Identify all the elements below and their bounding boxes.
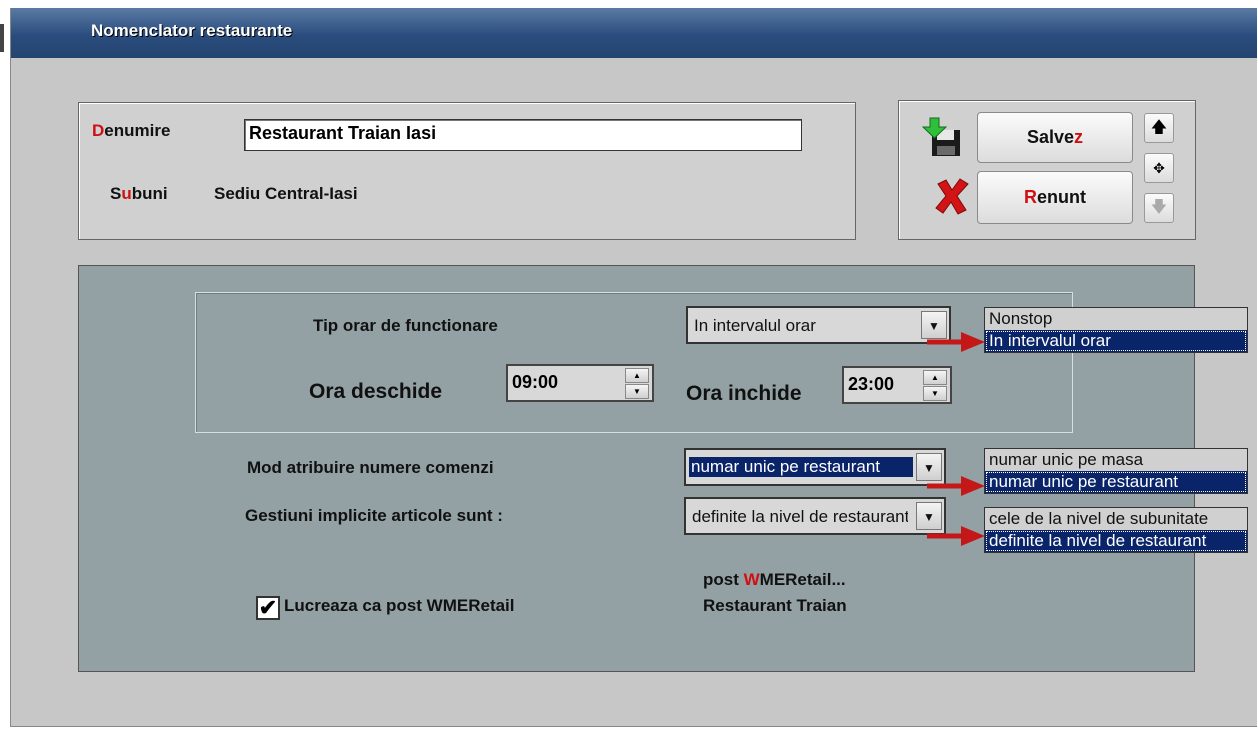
title-bar: Nomenclator restaurante: [11, 8, 1257, 58]
close-hour-spinner[interactable]: 23:00 ▲ ▼: [842, 366, 952, 404]
spin-up-icon[interactable]: ▲: [923, 370, 947, 385]
orders-label: Mod atribuire numere comenzi: [247, 458, 494, 477]
spin-down-icon[interactable]: ▼: [625, 384, 649, 399]
arrow-down-icon: 🡇: [1150, 199, 1168, 216]
schedule-type-value: In intervalul orar: [694, 316, 816, 335]
post-name: post WMERetail...: [703, 570, 846, 589]
denumire-label: Denumire: [92, 121, 171, 140]
post-restaurant: Restaurant Traian: [703, 596, 847, 615]
cancel-button[interactable]: Renunt: [977, 171, 1133, 224]
schedule-type-label: Tip orar de functionare: [313, 316, 498, 335]
option-item[interactable]: cele de la nivel de subunitate: [985, 508, 1247, 530]
window-title: Nomenclator restaurante: [91, 21, 293, 40]
option-item[interactable]: Nonstop: [985, 308, 1247, 330]
open-hour-value: 09:00: [512, 372, 559, 392]
save-icon[interactable]: [921, 116, 966, 160]
open-hour-label: Ora deschide: [309, 380, 443, 403]
stock-options: cele de la nivel de subunitate definite …: [984, 507, 1248, 553]
stock-label: Gestiuni implicite articole sunt :: [245, 506, 503, 525]
spin-down-icon[interactable]: ▼: [923, 386, 947, 401]
post-checkbox[interactable]: ✔: [256, 596, 280, 620]
orders-options: numar unic pe masa numar unic pe restaur…: [984, 448, 1248, 494]
option-item-selected[interactable]: In intervalul orar: [985, 330, 1247, 352]
close-hour-value: 23:00: [848, 374, 895, 394]
move-up-button[interactable]: 🡅: [1144, 113, 1174, 143]
stock-select[interactable]: definite la nivel de restaurant ▼: [684, 497, 946, 535]
move-handle-button[interactable]: ✥: [1144, 153, 1174, 183]
move-down-button[interactable]: 🡇: [1144, 193, 1174, 223]
orders-value: numar unic pe restaurant: [689, 457, 913, 477]
close-hour-label: Ora inchide: [686, 382, 802, 405]
subuni-label: Subuni: [110, 184, 168, 203]
move-arrows-icon: ✥: [1153, 160, 1165, 176]
pointer-arrow-icon: [927, 332, 985, 352]
spin-up-icon[interactable]: ▲: [625, 368, 649, 383]
save-button[interactable]: Salvez: [977, 112, 1133, 163]
denumire-input[interactable]: Restaurant Traian Iasi: [244, 119, 802, 151]
stock-value: definite la nivel de restaurant: [692, 507, 908, 526]
post-checkbox-label: Lucreaza ca post WMERetail: [284, 596, 515, 615]
orders-select[interactable]: numar unic pe restaurant ▼: [684, 448, 946, 486]
window-edge-marker: [0, 24, 4, 52]
arrow-up-icon: 🡅: [1150, 119, 1168, 136]
option-item-selected[interactable]: definite la nivel de restaurant: [985, 530, 1247, 552]
option-item-selected[interactable]: numar unic pe restaurant: [985, 471, 1247, 493]
schedule-type-select[interactable]: In intervalul orar ▼: [686, 306, 951, 344]
checkmark-icon: ✔: [258, 595, 278, 620]
subuni-value: Sediu Central-Iasi: [214, 184, 358, 203]
pointer-arrow-icon: [927, 526, 985, 546]
cancel-icon[interactable]: [932, 176, 972, 216]
option-item[interactable]: numar unic pe masa: [985, 449, 1247, 471]
open-hour-spinner[interactable]: 09:00 ▲ ▼: [506, 364, 654, 402]
schedule-type-options: Nonstop In intervalul orar: [984, 307, 1248, 353]
pointer-arrow-icon: [927, 476, 985, 496]
